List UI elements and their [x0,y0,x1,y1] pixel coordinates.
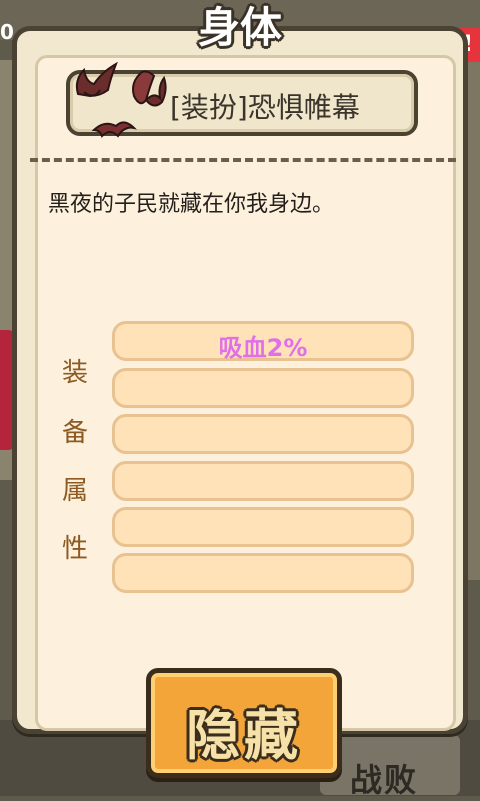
hide-button[interactable]: 隐藏 [146,668,342,778]
attribute-slot [112,414,414,454]
attributes-label-char-3: 属 [61,476,88,506]
attribute-slot: 吸血2% [112,321,414,362]
attributes-label-char-1: 装 [61,358,88,388]
attribute-slot [112,461,414,501]
attributes-label-char-2: 备 [61,418,88,448]
background-battle-text: 战败 [350,761,419,799]
dialog-title: 身体 [197,3,282,52]
attributes-label-char-4: 性 [61,534,88,564]
item-name: [装扮]恐惧帷幕 [170,91,360,124]
attribute-slot [112,553,414,593]
divider [30,158,456,162]
attribute-slot [112,507,414,547]
hide-button-label: 隐藏 [186,704,302,767]
attribute-value: 吸血2% [218,334,308,362]
attribute-slot [112,368,414,408]
bat-icon [75,61,167,138]
item-description: 黑夜的子民就藏在你我身边。 [48,192,335,217]
